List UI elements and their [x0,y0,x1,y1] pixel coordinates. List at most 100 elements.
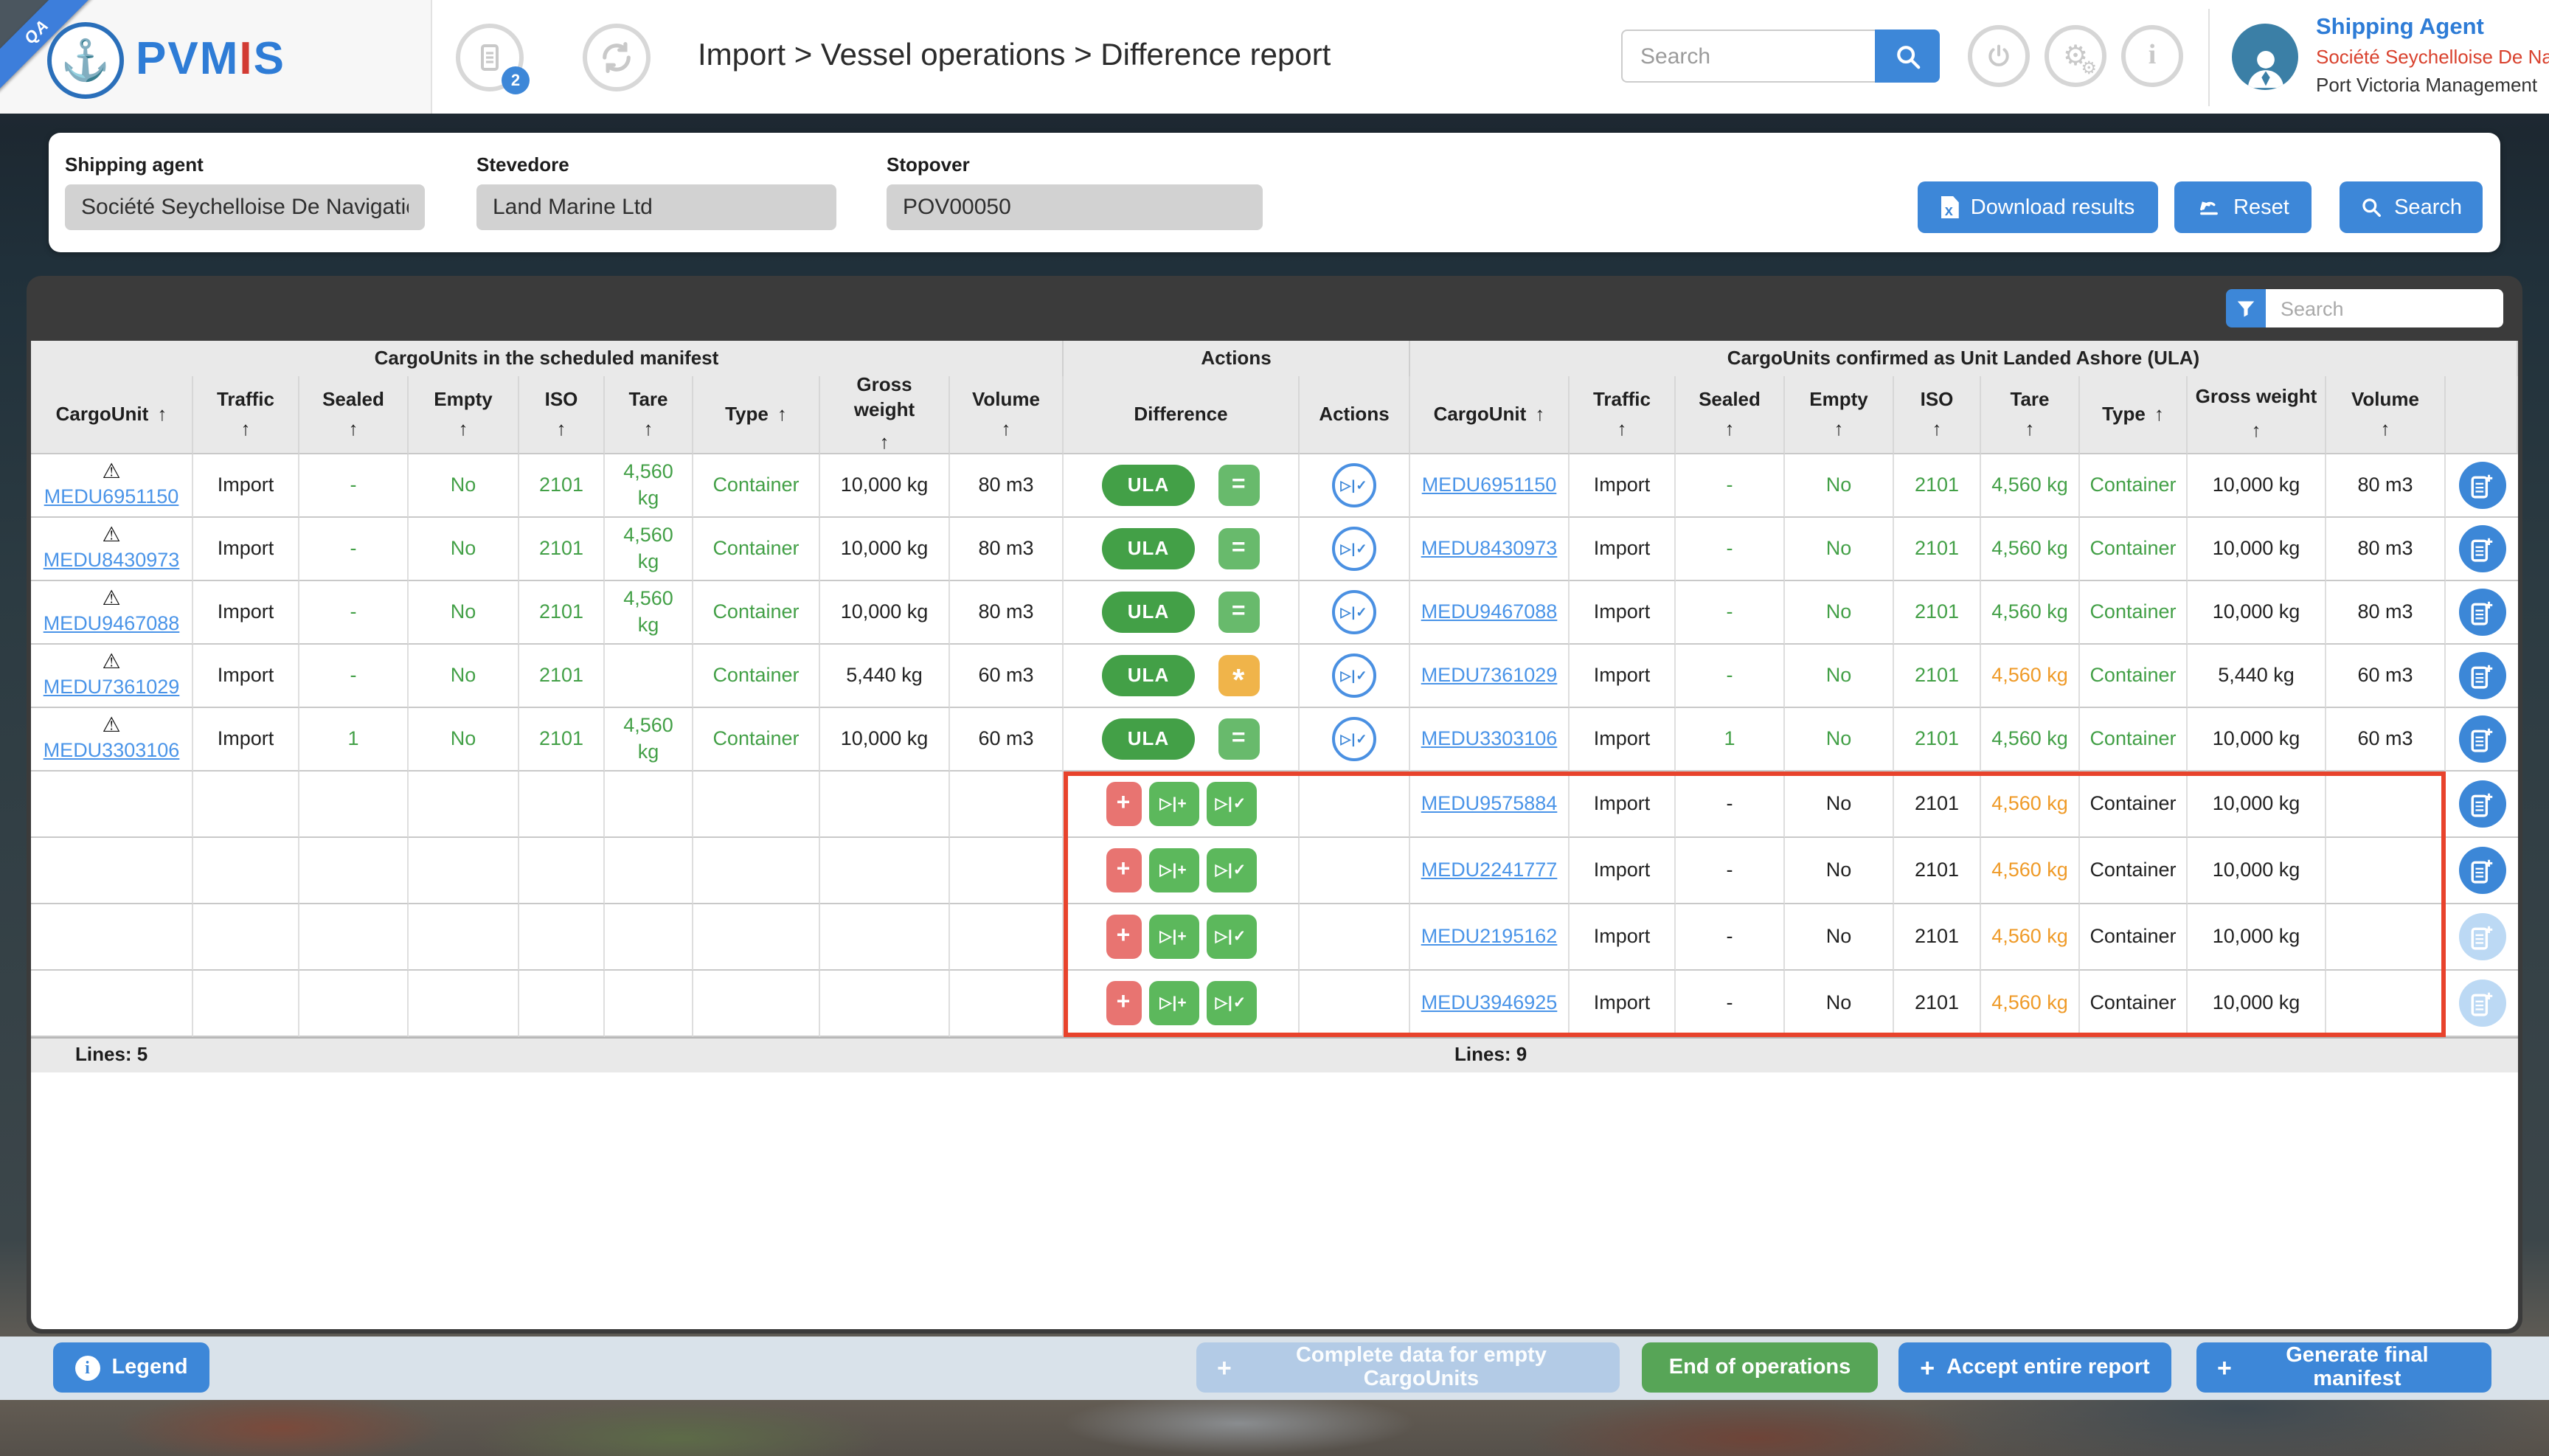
column-header-cargounit[interactable]: CargoUnit↑ [1410,376,1570,454]
shipping-agent-input[interactable] [65,184,425,230]
column-header-empty[interactable]: Empty↑ [409,376,519,454]
sort-arrow-icon[interactable]: ↑ [1725,417,1735,442]
column-header-traffic[interactable]: Traffic↑ [1570,376,1676,454]
sort-arrow-icon[interactable]: ↑ [2252,419,2261,444]
sort-arrow-icon[interactable]: ↑ [1002,417,1011,442]
end-of-operations-button[interactable]: End of operations [1642,1342,1878,1393]
sort-arrow-icon[interactable]: ↑ [880,431,889,454]
column-header-tare[interactable]: Tare↑ [1981,376,2080,454]
global-search-button[interactable] [1875,30,1940,83]
confirm-arrival-button[interactable]: ▷|✓ [1332,590,1376,634]
edit-cargounit-button[interactable] [2458,589,2505,636]
accept-entire-report-button[interactable]: + Accept entire report [1898,1342,2171,1393]
sort-arrow-icon[interactable]: ↑ [777,402,787,427]
cargounit-link[interactable]: MEDU6951150 [44,484,179,510]
column-header-gross-weight[interactable]: Gross weight↑ [2188,376,2326,454]
generate-final-manifest-button[interactable]: + Generate final manifest [2196,1342,2491,1393]
app-logo[interactable]: ⚓ [47,22,124,99]
accept-and-add-button[interactable]: ▷|+ [1148,848,1199,892]
column-header-tare[interactable]: Tare↑ [605,376,693,454]
edit-cargounit-button[interactable] [2458,780,2505,828]
sort-arrow-icon[interactable]: ↑ [2025,417,2035,442]
column-header-traffic[interactable]: Traffic↑ [193,376,299,454]
filter-button[interactable] [2226,289,2266,327]
sort-arrow-icon[interactable]: ↑ [459,417,468,442]
sort-arrow-icon[interactable]: ↑ [2381,417,2390,442]
cargounit-link[interactable]: MEDU9467088 [44,611,180,637]
cargounit-link[interactable]: MEDU8430973 [1421,535,1558,561]
confirm-arrival-button[interactable]: ▷|✓ [1332,527,1376,571]
accept-and-confirm-button[interactable]: ▷|✓ [1206,981,1256,1025]
column-header-type[interactable]: Type↑ [2080,376,2188,454]
search-button[interactable]: Search [2340,181,2483,233]
column-header-volume[interactable]: Volume↑ [2326,376,2446,454]
edit-cargounit-button[interactable] [2458,715,2505,763]
accept-and-add-button[interactable]: ▷|+ [1148,915,1199,959]
sort-arrow-icon[interactable]: ↑ [1535,402,1544,427]
edit-cargounit-button[interactable] [2458,847,2505,894]
confirm-arrival-button[interactable]: ▷|✓ [1332,717,1376,761]
cargounit-link[interactable]: MEDU2195162 [1421,923,1558,949]
stevedore-input[interactable] [476,184,836,230]
legend-button[interactable]: i Legend [53,1342,209,1393]
difference-cell: +▷|+▷|✓ [1064,971,1300,1037]
download-results-button[interactable]: Download results [1918,181,2158,233]
global-search-input[interactable] [1621,30,1875,83]
cargounit-link[interactable]: MEDU3303106 [1421,726,1558,752]
accept-and-confirm-button[interactable]: ▷|✓ [1206,848,1256,892]
confirm-arrival-button[interactable]: ▷|✓ [1332,463,1376,507]
sort-arrow-icon[interactable]: ↑ [349,417,358,442]
user-info[interactable]: Shipping Agent Société Seychelloise De N… [2316,12,2549,100]
confirm-arrival-button[interactable]: ▷|✓ [1332,654,1376,698]
cargounit-link[interactable]: MEDU6951150 [1422,472,1557,498]
edit-cell [2446,645,2518,708]
avatar[interactable] [2232,24,2298,90]
logout-button[interactable] [1968,25,2030,87]
edit-cargounit-button[interactable] [2458,525,2505,572]
cargounit-link[interactable]: MEDU7361029 [1421,662,1558,688]
add-cargounit-button[interactable]: + [1106,981,1141,1025]
cargounit-link[interactable]: MEDU7361029 [44,674,180,700]
sort-arrow-icon[interactable]: ↑ [1834,417,1844,442]
sort-arrow-icon[interactable]: ↑ [157,402,167,427]
cargounit-link[interactable]: MEDU9575884 [1421,791,1558,817]
sort-arrow-icon[interactable]: ↑ [1932,417,1942,442]
column-header-sealed[interactable]: Sealed↑ [299,376,409,454]
accept-and-confirm-button[interactable]: ▷|✓ [1206,782,1256,826]
info-button[interactable]: i [2121,25,2183,87]
column-header-type[interactable]: Type↑ [693,376,820,454]
reset-button[interactable]: Reset [2174,181,2312,233]
add-cargounit-button[interactable]: + [1106,915,1141,959]
add-cargounit-button[interactable]: + [1106,782,1141,826]
sort-arrow-icon[interactable]: ↑ [557,417,566,442]
cargounit-link[interactable]: MEDU3303106 [44,738,180,763]
sort-arrow-icon[interactable]: ↑ [644,417,653,442]
accept-and-confirm-button[interactable]: ▷|✓ [1206,915,1256,959]
cargounit-link[interactable]: MEDU9467088 [1421,599,1558,625]
column-header-gross-weight[interactable]: Gross weight↑ [820,376,950,454]
refresh-button[interactable] [583,24,651,91]
settings-button[interactable]: ⚙⚙ [2045,25,2106,87]
sort-arrow-icon[interactable]: ↑ [241,417,251,442]
column-header-iso[interactable]: ISO↑ [519,376,605,454]
table-search-input[interactable] [2266,289,2503,327]
accept-and-add-button[interactable]: ▷|+ [1148,981,1199,1025]
sort-arrow-icon[interactable]: ↑ [1617,417,1627,442]
accept-and-add-button[interactable]: ▷|+ [1148,782,1199,826]
edit-cargounit-button[interactable] [2458,652,2505,699]
sort-arrow-icon[interactable]: ↑ [2154,402,2164,427]
ula-gross-cell: 10,000 kg [2188,581,2326,645]
column-header-iso[interactable]: ISO↑ [1894,376,1981,454]
column-header-empty[interactable]: Empty↑ [1785,376,1894,454]
column-header-volume[interactable]: Volume↑ [950,376,1064,454]
cargounit-link[interactable]: MEDU3946925 [1421,990,1558,1016]
cargounit-link[interactable]: MEDU2241777 [1421,857,1558,883]
add-cargounit-button[interactable]: + [1106,848,1141,892]
edit-cargounit-button[interactable] [2458,462,2505,509]
cargounit-link[interactable]: MEDU8430973 [44,547,180,573]
column-header-cargounit[interactable]: CargoUnit↑ [31,376,193,454]
ula-gross-cell: 10,000 kg [2188,454,2326,518]
column-header-sealed[interactable]: Sealed↑ [1676,376,1785,454]
manifest-nav-button[interactable]: 2 [456,24,524,91]
stopover-input[interactable] [887,184,1263,230]
